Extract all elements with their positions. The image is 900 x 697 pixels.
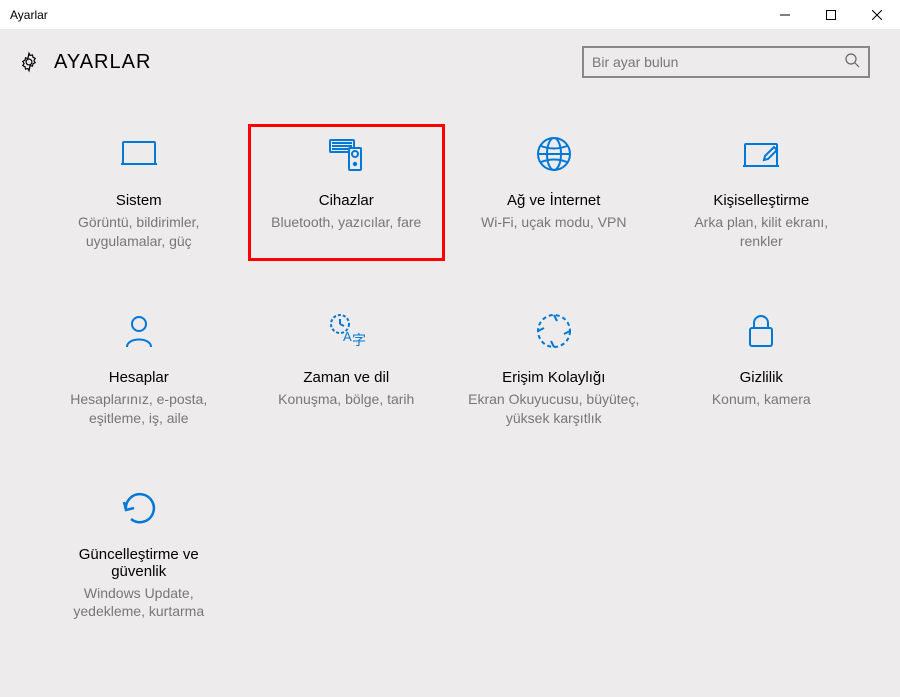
tile-time-language[interactable]: A 字 Zaman ve dil Konuşma, bölge, tarih bbox=[248, 301, 446, 438]
devices-icon bbox=[326, 134, 366, 174]
tile-desc: Konum, kamera bbox=[712, 390, 811, 409]
tile-title: Gizlilik bbox=[740, 369, 783, 386]
header-left: AYARLAR bbox=[18, 51, 582, 74]
page-title: AYARLAR bbox=[54, 51, 151, 74]
maximize-button[interactable] bbox=[808, 0, 854, 29]
tile-desc: Hesaplarınız, e-posta, eşitleme, iş, ail… bbox=[50, 390, 228, 428]
tile-desc: Arka plan, kilit ekranı, renkler bbox=[673, 213, 851, 251]
search-input[interactable] bbox=[592, 54, 844, 70]
network-icon bbox=[534, 134, 574, 174]
tile-desc: Wi-Fi, uçak modu, VPN bbox=[481, 213, 626, 232]
tile-desc: Bluetooth, yazıcılar, fare bbox=[271, 213, 421, 232]
tile-desc: Ekran Okuyucusu, büyüteç, yüksek karşıtl… bbox=[465, 390, 643, 428]
gear-icon bbox=[18, 51, 40, 73]
tile-title: Hesaplar bbox=[109, 369, 169, 386]
header: AYARLAR bbox=[0, 30, 900, 94]
tile-desc: Görüntü, bildirimler, uygulamalar, güç bbox=[50, 213, 228, 251]
scroll-area[interactable]: Sistem Görüntü, bildirimler, uygulamalar… bbox=[0, 94, 900, 697]
privacy-icon bbox=[741, 311, 781, 351]
titlebar: Ayarlar bbox=[0, 0, 900, 30]
content-area: AYARLAR Sistem Görüntü, bildiriml bbox=[0, 30, 900, 697]
svg-text:字: 字 bbox=[352, 332, 366, 348]
tile-title: Ağ ve İnternet bbox=[507, 192, 600, 209]
tile-title: Zaman ve dil bbox=[303, 369, 389, 386]
minimize-button[interactable] bbox=[762, 0, 808, 29]
svg-text:A: A bbox=[343, 329, 352, 344]
tile-personalization[interactable]: Kişiselleştirme Arka plan, kilit ekranı,… bbox=[663, 124, 861, 261]
tile-update-security[interactable]: Güncelleştirme ve güvenlik Windows Updat… bbox=[40, 478, 238, 632]
tile-title: Sistem bbox=[116, 192, 162, 209]
tile-title: Güncelleştirme ve güvenlik bbox=[50, 546, 228, 580]
tile-title: Cihazlar bbox=[319, 192, 374, 209]
window-title: Ayarlar bbox=[0, 8, 762, 22]
personalization-icon bbox=[741, 134, 781, 174]
tile-devices[interactable]: Cihazlar Bluetooth, yazıcılar, fare bbox=[248, 124, 446, 261]
close-button[interactable] bbox=[854, 0, 900, 29]
tile-desc: Konuşma, bölge, tarih bbox=[278, 390, 414, 409]
window-controls bbox=[762, 0, 900, 29]
search-box[interactable] bbox=[582, 46, 870, 78]
tile-accounts[interactable]: Hesaplar Hesaplarınız, e-posta, eşitleme… bbox=[40, 301, 238, 438]
update-security-icon bbox=[119, 488, 159, 528]
tile-network[interactable]: Ağ ve İnternet Wi-Fi, uçak modu, VPN bbox=[455, 124, 653, 261]
tile-desc: Windows Update, yedekleme, kurtarma bbox=[50, 584, 228, 622]
system-icon bbox=[119, 134, 159, 174]
tile-system[interactable]: Sistem Görüntü, bildirimler, uygulamalar… bbox=[40, 124, 238, 261]
tile-privacy[interactable]: Gizlilik Konum, kamera bbox=[663, 301, 861, 438]
ease-of-access-icon bbox=[534, 311, 574, 351]
search-icon bbox=[844, 52, 860, 73]
tile-ease-of-access[interactable]: Erişim Kolaylığı Ekran Okuyucusu, büyüte… bbox=[455, 301, 653, 438]
accounts-icon bbox=[119, 311, 159, 351]
time-language-icon: A 字 bbox=[326, 311, 366, 351]
tile-title: Erişim Kolaylığı bbox=[502, 369, 605, 386]
tiles-grid: Sistem Görüntü, bildirimler, uygulamalar… bbox=[0, 94, 900, 661]
tile-title: Kişiselleştirme bbox=[713, 192, 809, 209]
